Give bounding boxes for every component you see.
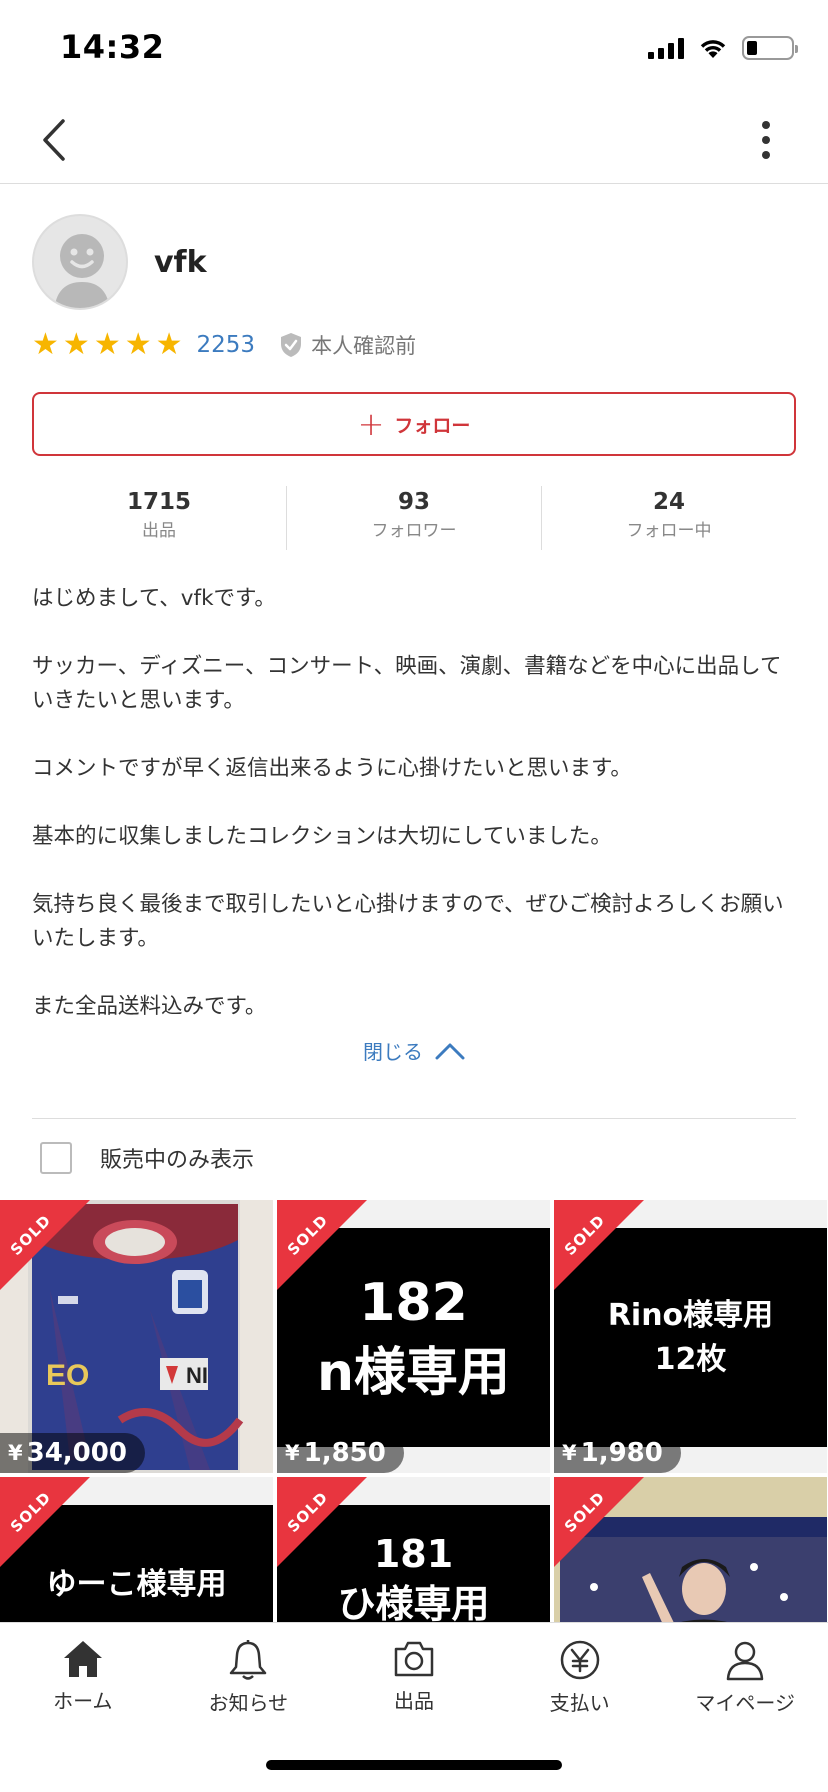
tab-payment[interactable]: 支払い xyxy=(497,1623,663,1735)
item-card[interactable]: Rino様専用 12枚 SOLD ¥ 1,980 xyxy=(554,1200,827,1473)
user-icon xyxy=(726,1641,764,1681)
status-time: 14:32 xyxy=(60,28,165,66)
star-icon: ★ xyxy=(124,327,152,362)
svg-text:EO: EO xyxy=(46,1359,89,1392)
item-card[interactable]: NI EO SOLD ¥ 34,000 xyxy=(0,1200,273,1473)
sold-badge: SOLD xyxy=(554,1477,644,1567)
price-tag: ¥ 1,980 xyxy=(554,1433,681,1473)
stat-value: 93 xyxy=(397,489,430,515)
item-image-text: 12枚 xyxy=(654,1341,727,1377)
profile-bio: はじめまして、vfkです。 サッカー、ディズニー、コンサート、映画、演劇、書籍な… xyxy=(32,586,784,1019)
nav-bar xyxy=(0,100,828,184)
item-image-text: n様専用 xyxy=(316,1342,511,1403)
item-image-text: ゆーこ様専用 xyxy=(46,1567,227,1602)
stat-label: フォロー中 xyxy=(626,521,712,541)
tab-bar: ホーム お知らせ 出品 支払い マイページ xyxy=(0,1622,828,1792)
rating-stars: ★ ★ ★ ★ ★ xyxy=(32,330,183,360)
plus-icon: + xyxy=(357,405,385,443)
chevron-left-icon xyxy=(43,119,65,161)
home-indicator xyxy=(266,1760,562,1770)
on-sale-filter[interactable]: 販売中のみ表示 xyxy=(40,1142,254,1174)
price-tag: ¥ 34,000 xyxy=(0,1433,145,1473)
stat-following[interactable]: 24 フォロー中 xyxy=(541,486,796,550)
stat-value: 1715 xyxy=(126,489,191,515)
sold-badge: SOLD xyxy=(554,1200,644,1290)
chevron-up-icon xyxy=(435,1043,465,1059)
battery-icon xyxy=(742,36,798,60)
tab-home[interactable]: ホーム xyxy=(0,1623,166,1735)
price-tag: ¥ 1,850 xyxy=(277,1433,404,1473)
status-bar: 14:32 xyxy=(0,0,828,100)
tab-label: ホーム xyxy=(53,1689,113,1713)
item-image-text: Rino様専用 xyxy=(607,1297,774,1333)
username: vfk xyxy=(154,244,207,280)
stat-value: 24 xyxy=(652,489,685,515)
verification-status: 本人確認前 xyxy=(279,330,416,360)
shield-check-icon xyxy=(281,333,302,357)
follow-label: フォロー xyxy=(394,414,471,437)
tab-mypage[interactable]: マイページ xyxy=(662,1623,828,1735)
star-icon: ★ xyxy=(32,327,59,362)
profile-header: vfk xyxy=(32,214,207,310)
on-sale-filter-label: 販売中のみ表示 xyxy=(100,1148,255,1173)
stat-followers[interactable]: 93 フォロワー xyxy=(286,486,541,550)
back-button[interactable] xyxy=(30,116,78,164)
more-options-button[interactable] xyxy=(750,116,782,164)
stat-label: 出品 xyxy=(142,521,176,541)
sold-badge: SOLD xyxy=(0,1477,90,1567)
bell-icon xyxy=(230,1640,267,1680)
sold-badge: SOLD xyxy=(277,1200,367,1290)
currency-symbol: ¥ xyxy=(285,1441,300,1465)
yen-icon xyxy=(560,1640,599,1680)
divider xyxy=(32,1118,796,1119)
collapse-bio-button[interactable]: 閉じる xyxy=(0,1036,828,1065)
rating-row: ★ ★ ★ ★ ★ 2253 本人確認前 xyxy=(32,327,416,363)
tab-label: 支払い xyxy=(549,1691,610,1715)
follow-button[interactable]: + フォロー xyxy=(32,392,796,456)
svg-text:NI: NI xyxy=(186,1363,208,1388)
stat-listings[interactable]: 1715 出品 xyxy=(32,486,286,550)
status-icons xyxy=(648,36,798,60)
avatar xyxy=(32,214,128,310)
sold-badge: SOLD xyxy=(0,1200,90,1290)
tab-notifications[interactable]: お知らせ xyxy=(166,1623,332,1735)
more-vertical-icon xyxy=(762,121,770,129)
star-icon: ★ xyxy=(93,327,121,362)
sold-badge: SOLD xyxy=(277,1477,367,1567)
rating-count-link[interactable]: 2253 xyxy=(197,332,256,358)
currency-symbol: ¥ xyxy=(8,1441,23,1465)
home-icon xyxy=(63,1641,102,1677)
wifi-icon xyxy=(700,40,726,58)
item-price: 34,000 xyxy=(26,1438,127,1468)
tab-label: 出品 xyxy=(393,1689,434,1713)
profile-stats: 1715 出品 93 フォロワー 24 フォロー中 xyxy=(32,486,796,550)
item-price: 1,980 xyxy=(580,1438,663,1468)
collapse-label: 閉じる xyxy=(363,1040,423,1064)
stat-label: フォロワー xyxy=(371,521,457,541)
item-image-text: 182 xyxy=(359,1272,468,1333)
star-icon: ★ xyxy=(62,327,90,362)
item-card[interactable]: 182 n様専用 SOLD ¥ 1,850 xyxy=(277,1200,550,1473)
on-sale-checkbox[interactable] xyxy=(40,1142,72,1174)
item-image-text: 181 xyxy=(373,1532,454,1576)
cellular-signal-icon xyxy=(648,37,684,59)
star-icon: ★ xyxy=(155,327,183,362)
verification-label: 本人確認前 xyxy=(311,334,417,358)
camera-icon xyxy=(394,1641,434,1677)
default-avatar-icon xyxy=(54,234,110,308)
currency-symbol: ¥ xyxy=(562,1441,577,1465)
tab-sell[interactable]: 出品 xyxy=(331,1623,497,1735)
tab-label: マイページ xyxy=(695,1691,795,1715)
tab-label: お知らせ xyxy=(208,1691,289,1715)
item-price: 1,850 xyxy=(303,1438,386,1468)
